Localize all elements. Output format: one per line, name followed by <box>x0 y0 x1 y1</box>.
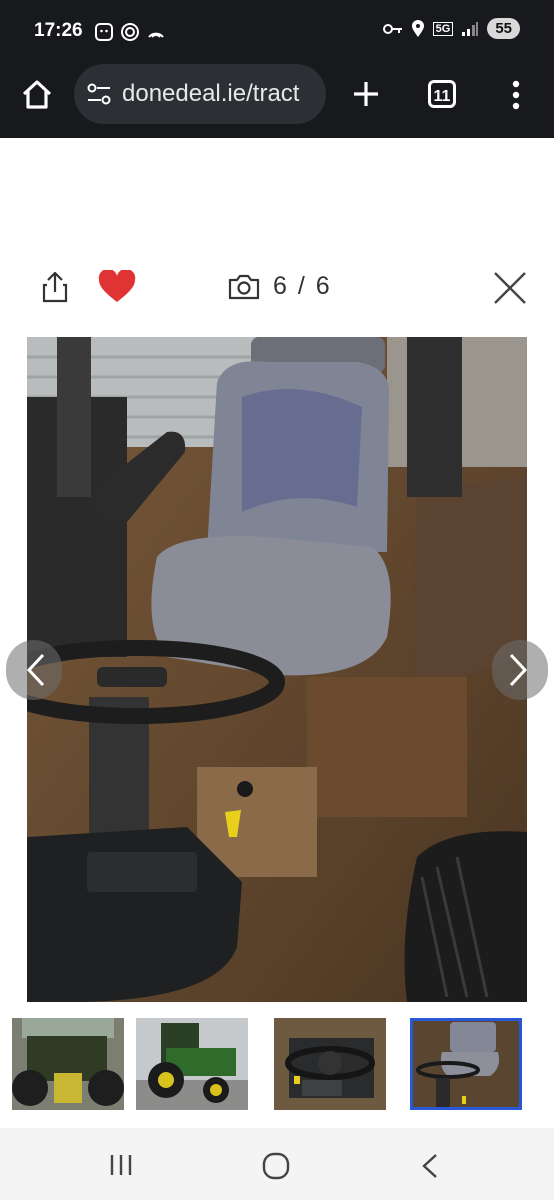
thumbnail-3[interactable] <box>274 1018 386 1110</box>
status-time: 17:26 <box>34 20 83 41</box>
home-button[interactable] <box>20 78 54 112</box>
site-settings-icon[interactable] <box>86 82 112 106</box>
location-icon <box>411 19 424 37</box>
thumbnail-4[interactable] <box>410 1018 522 1110</box>
recents-icon <box>110 1155 132 1175</box>
thumbnail-1[interactable] <box>12 1018 124 1110</box>
new-tab-button[interactable] <box>350 78 382 115</box>
thumbnail-strip <box>12 1018 542 1112</box>
status-right: 5G 55 <box>382 18 520 39</box>
tabs-icon[interactable]: 11 <box>428 80 456 108</box>
battery-indicator: 55 <box>487 18 520 39</box>
plus-icon <box>354 82 378 106</box>
favourite-button[interactable] <box>98 268 136 309</box>
status-left-icons <box>94 22 166 42</box>
signal-icon <box>462 21 479 36</box>
network-5g-icon: 5G <box>432 21 454 36</box>
camera-icon <box>228 274 260 299</box>
circle-home-icon <box>262 1152 290 1180</box>
key-icon <box>382 23 402 34</box>
chevron-left-icon <box>26 653 45 687</box>
previous-photo-button[interactable] <box>6 640 62 700</box>
photo-counter: 6 / 6 <box>227 272 332 301</box>
system-home-button[interactable] <box>262 1152 290 1185</box>
more-menu-button[interactable] <box>510 80 522 115</box>
next-photo-button[interactable] <box>492 640 548 700</box>
hotspot-icon <box>148 32 164 38</box>
fingerprint-icon <box>121 23 139 41</box>
back-chevron-icon <box>422 1154 437 1178</box>
share-icon <box>42 271 68 303</box>
chevron-right-icon <box>509 653 528 687</box>
heart-icon <box>98 268 136 302</box>
share-button[interactable] <box>40 270 70 309</box>
main-photo[interactable] <box>27 337 527 1002</box>
system-nav-bar <box>0 1128 554 1200</box>
close-gallery-button[interactable] <box>492 270 528 311</box>
more-vert-icon <box>512 80 520 110</box>
recents-button[interactable] <box>108 1152 134 1183</box>
system-back-button[interactable] <box>420 1152 440 1185</box>
face-scan-icon <box>95 23 113 41</box>
close-icon <box>494 272 526 304</box>
photo-counter-text: 6 / 6 <box>273 272 332 300</box>
thumbnail-2[interactable] <box>136 1018 248 1110</box>
home-icon <box>22 80 52 109</box>
url-text[interactable]: donedeal.ie/tract <box>122 80 299 108</box>
address-bar[interactable]: donedeal.ie/tract <box>74 64 326 124</box>
